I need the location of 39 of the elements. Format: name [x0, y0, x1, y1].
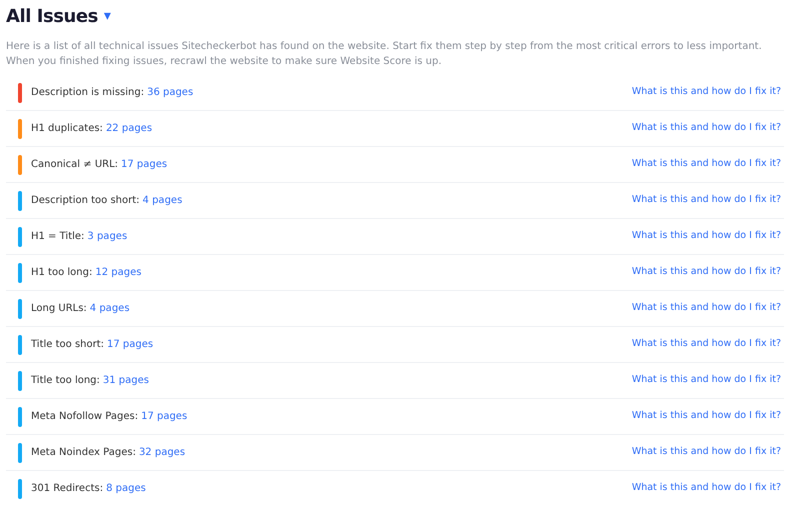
page-title: All Issues: [6, 4, 98, 28]
page-count-link[interactable]: 17 pages: [107, 337, 154, 352]
page-count-link[interactable]: 31 pages: [102, 373, 149, 388]
page-count-link[interactable]: 22 pages: [106, 121, 152, 136]
help-link[interactable]: What is this and how do I fix it?: [632, 373, 781, 388]
help-link[interactable]: What is this and how do I fix it?: [632, 229, 781, 244]
issue-label: Title too short:: [31, 338, 104, 352]
page-count-link[interactable]: 8 pages: [106, 481, 146, 496]
help-link[interactable]: What is this and how do I fix it?: [632, 481, 781, 496]
help-link[interactable]: What is this and how do I fix it?: [632, 301, 781, 316]
issue-label: Title too long:: [31, 374, 100, 388]
page-count-link[interactable]: 4 pages: [90, 301, 130, 316]
issue-label: Meta Noindex Pages:: [31, 446, 136, 460]
help-link[interactable]: What is this and how do I fix it?: [632, 85, 781, 100]
help-link[interactable]: What is this and how do I fix it?: [632, 409, 781, 424]
issue-label: Long URLs:: [31, 302, 87, 316]
page-count-link[interactable]: 17 pages: [121, 157, 168, 172]
issue-label: Meta Nofollow Pages:: [31, 410, 138, 424]
help-link[interactable]: What is this and how do I fix it?: [632, 337, 781, 352]
issue-label: H1 = Title:: [31, 230, 84, 244]
page-count-link[interactable]: 32 pages: [138, 445, 186, 460]
help-link[interactable]: What is this and how do I fix it?: [632, 265, 781, 280]
issue-label: H1 duplicates:: [31, 122, 103, 136]
help-link[interactable]: What is this and how do I fix it?: [632, 121, 781, 136]
page-count-link[interactable]: 3 pages: [87, 229, 128, 244]
page-count-link[interactable]: 4 pages: [142, 193, 182, 208]
intro-text: Here is a list of all technical issues Sitecheckerbot has found on the website. Start fix them step by step from the most critical errors to less important. When you finished fixing issues, recrawl the website to make sure Website Score is up.: [6, 40, 763, 69]
help-link[interactable]: What is this and how do I fix it?: [632, 193, 781, 208]
issue-label: 301 Redirects:: [31, 482, 104, 496]
page-count-link[interactable]: 36 pages: [147, 85, 194, 100]
dropdown-caret[interactable]: ▾: [104, 9, 111, 23]
help-link[interactable]: What is this and how do I fix it?: [632, 445, 781, 460]
page-count-link[interactable]: 17 pages: [141, 409, 188, 424]
issue-label: Description is missing:: [31, 86, 144, 100]
issue-label: Description too short:: [31, 194, 140, 208]
page-count-link[interactable]: 12 pages: [95, 265, 142, 280]
issue-label: H1 too long:: [31, 266, 92, 280]
help-link[interactable]: What is this and how do I fix it?: [632, 157, 781, 172]
issue-label: Canonical ≠ URL:: [31, 158, 118, 172]
